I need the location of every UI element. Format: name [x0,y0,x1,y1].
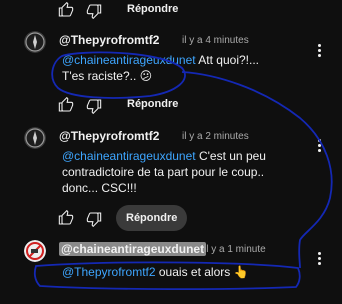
dislike-button[interactable] [86,3,102,19]
comment-text: @Thepyrofromtf2 ouais et alors 👆 [62,265,249,279]
dislike-button[interactable] [86,211,102,227]
comment-username[interactable]: @chaineantirageuxdunet [59,242,207,256]
reply-button[interactable]: Répondre [127,3,178,15]
thumbs-up-icon [58,210,74,225]
thumbs-up-icon [58,97,74,112]
avatar[interactable] [24,31,46,53]
avatar[interactable] [24,240,46,262]
thumbs-up-icon [58,2,74,17]
reply-button[interactable]: Répondre [127,98,178,110]
reply-button[interactable]: Répondre [116,205,188,231]
comment-username[interactable]: @Thepyrofromtf2 [59,33,159,47]
comment-text: @chaineantirageuxdunet C'est un peu cont… [62,149,266,195]
comment-timestamp[interactable]: il y a 4 minutes [182,35,249,46]
thumbs-down-icon [86,99,102,114]
mention-link[interactable]: @Thepyrofromtf2 [62,265,156,279]
like-button[interactable] [58,2,74,18]
mention-link[interactable]: @chaineantirageuxdunet [62,53,196,67]
more-options-button[interactable] [318,42,322,59]
comment-text: @chaineantirageuxdunet Att quoi?!... T'e… [62,53,259,83]
comment-timestamp[interactable]: il y a 1 minute [204,244,266,255]
thumbs-down-icon [86,4,102,19]
more-options-button[interactable] [318,137,322,154]
more-options-button[interactable] [318,250,322,267]
comment-timestamp[interactable]: il y a 2 minutes [182,131,249,142]
like-button[interactable] [58,97,74,113]
like-button[interactable] [58,210,74,226]
thumbs-down-icon [86,212,102,227]
comment-username[interactable]: @Thepyrofromtf2 [59,129,159,143]
mention-link[interactable]: @chaineantirageuxdunet [62,149,196,163]
emoji: 😕 [139,69,153,83]
dislike-button[interactable] [86,98,102,114]
avatar[interactable] [24,127,46,149]
emoji: 👆 [233,265,249,279]
